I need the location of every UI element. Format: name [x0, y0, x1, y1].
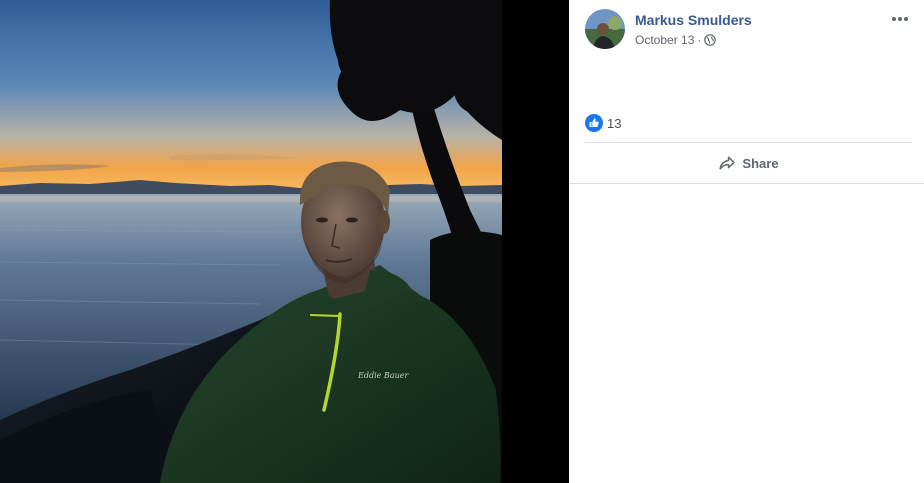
post-photo[interactable]: Eddie Bauer	[0, 0, 569, 483]
like-icon	[585, 114, 603, 132]
photo-image: Eddie Bauer	[0, 0, 569, 483]
post-header: Markus Smulders October 13 ·	[585, 9, 912, 51]
avatar-image	[585, 9, 625, 49]
reaction-count: 13	[607, 115, 622, 131]
more-options-icon	[892, 17, 908, 21]
actions-divider-top	[585, 142, 912, 143]
more-options-button[interactable]	[888, 9, 912, 29]
globe-icon[interactable]	[704, 34, 717, 46]
reactions-summary[interactable]: 13	[585, 113, 621, 133]
meta-separator: ·	[697, 33, 702, 47]
author-avatar[interactable]	[585, 9, 625, 49]
share-icon	[718, 154, 736, 172]
post-date-link[interactable]: October 13	[635, 33, 694, 47]
actions-divider-bottom	[569, 183, 924, 184]
share-button[interactable]: Share	[585, 148, 912, 178]
share-label: Share	[742, 155, 779, 171]
author-name-link[interactable]: Markus Smulders	[635, 12, 752, 28]
post-details-panel: Markus Smulders October 13 · 13 Share	[569, 0, 924, 483]
post-meta: October 13 ·	[635, 33, 717, 47]
svg-text:Eddie Bauer: Eddie Bauer	[357, 371, 409, 380]
